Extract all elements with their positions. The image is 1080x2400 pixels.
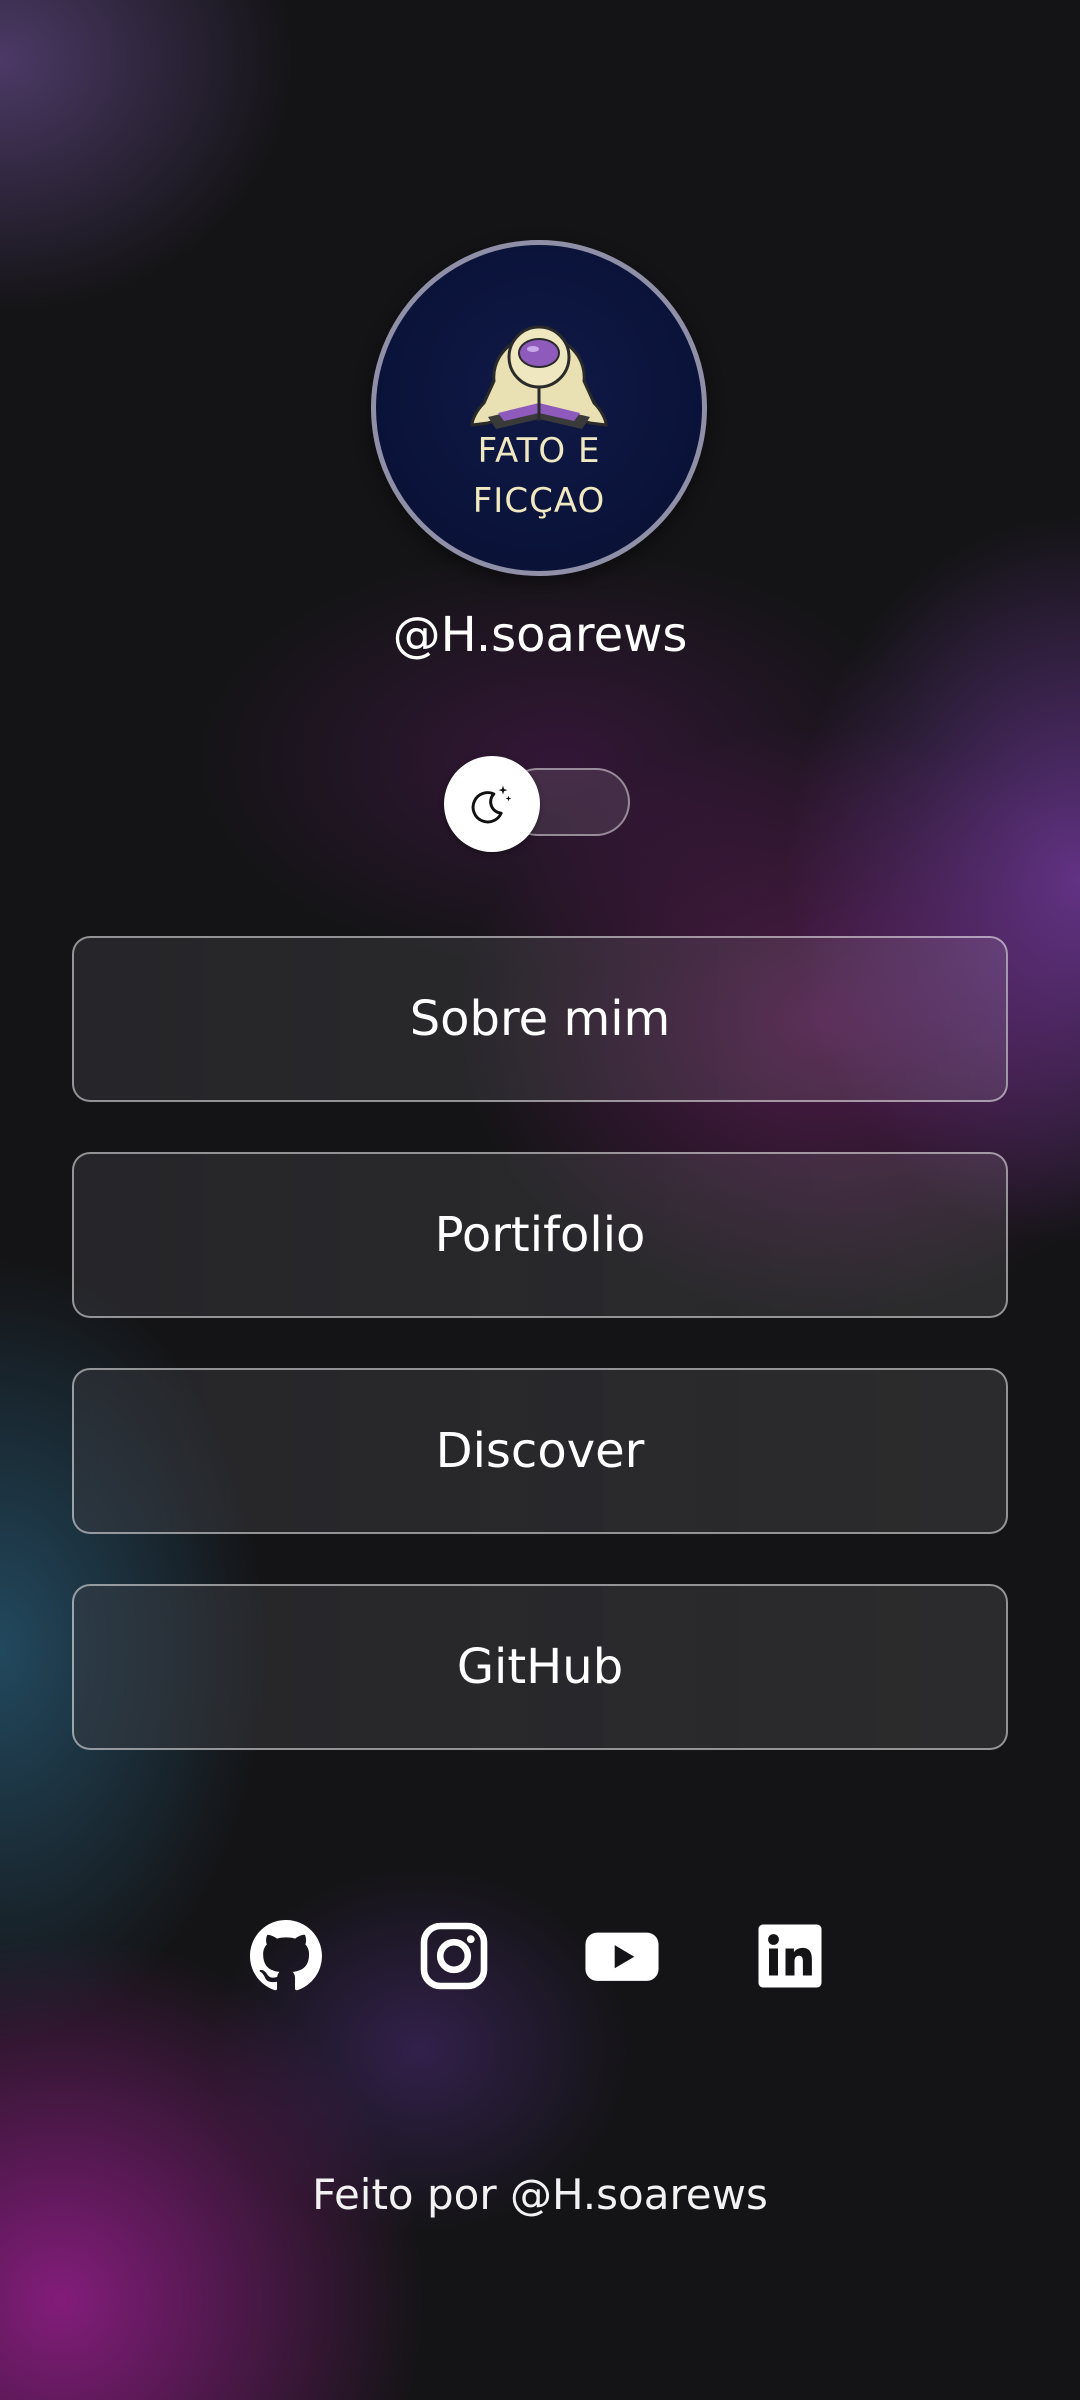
- linkedin-link[interactable]: [754, 1920, 826, 1992]
- instagram-link[interactable]: [418, 1920, 490, 1992]
- link-button-portifolio[interactable]: Portifolio: [72, 1152, 1008, 1318]
- link-button-discover[interactable]: Discover: [72, 1368, 1008, 1534]
- logo-text-line-1: FATO E: [477, 431, 601, 471]
- github-link[interactable]: [250, 1920, 322, 1992]
- github-icon: [250, 1920, 322, 1991]
- profile-handle: @H.soarews: [392, 607, 688, 663]
- instagram-icon: [420, 1922, 488, 1990]
- astronaut-icon: [470, 325, 608, 429]
- logo-text-line-2: FICÇAO: [472, 481, 606, 521]
- youtube-link[interactable]: [584, 1920, 660, 1992]
- youtube-icon: [585, 1932, 659, 1981]
- linkedin-icon: [758, 1924, 822, 1988]
- moon-stars-icon: [471, 785, 512, 824]
- link-button-github[interactable]: GitHub: [72, 1584, 1008, 1750]
- footer-credit: Feito por @H.soarews: [312, 2170, 768, 2219]
- theme-toggle[interactable]: [444, 756, 636, 852]
- link-button-sobre-mim[interactable]: Sobre mim: [72, 936, 1008, 1102]
- toggle-knob[interactable]: [444, 756, 540, 852]
- profile-avatar: FATO E FICÇAO: [371, 240, 707, 576]
